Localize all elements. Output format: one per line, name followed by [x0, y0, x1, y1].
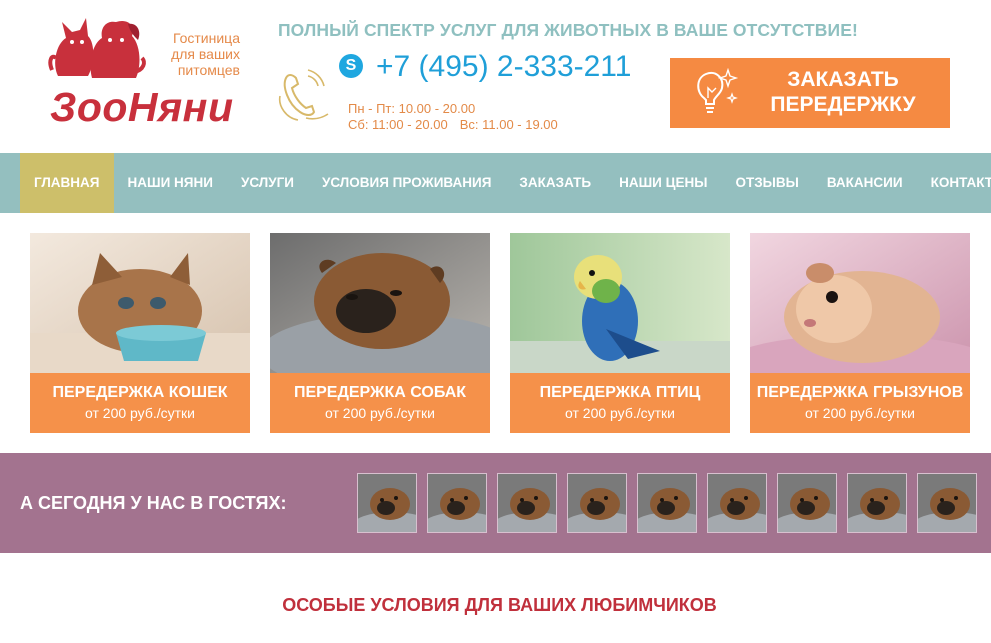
guest-thumbnail[interactable]: [847, 473, 907, 533]
hours-saturday: Сб: 11:00 - 20.00: [348, 117, 448, 132]
dog-thumbnail-photo: [708, 474, 766, 532]
dog-thumbnail-photo: [498, 474, 556, 532]
hours-weekdays: Пн - Пт: 10.00 - 20.00: [348, 101, 476, 116]
dog-thumbnail-photo: [638, 474, 696, 532]
logo[interactable]: Гостиница для ваших питомцев ЗооНяни: [48, 14, 258, 134]
nav-item-accommodation[interactable]: УСЛОВИЯ ПРОЖИВАНИЯ: [308, 153, 505, 213]
dog-thumbnail-photo: [358, 474, 416, 532]
dog-photo: [270, 233, 490, 373]
guest-thumbnail[interactable]: [497, 473, 557, 533]
service-card-dogs[interactable]: ПЕРЕДЕРЖКА СОБАК от 200 руб./сутки: [270, 233, 490, 433]
dog-thumbnail-photo: [848, 474, 906, 532]
cat-dog-logo-icon: [48, 18, 146, 78]
card-price: от 200 руб./сутки: [565, 405, 675, 421]
nav-item-reviews[interactable]: ОТЗЫВЫ: [721, 153, 812, 213]
nav-item-vacancies[interactable]: ВАКАНСИИ: [813, 153, 917, 213]
order-button-line: ЗАКАЗАТЬ: [787, 68, 899, 91]
card-title: ПЕРЕДЕРЖКА ПТИЦ: [539, 384, 701, 401]
card-caption: ПЕРЕДЕРЖКА ПТИЦ от 200 руб./сутки: [510, 373, 730, 433]
nav-item-nannies[interactable]: НАШИ НЯНИ: [114, 153, 227, 213]
nav-item-order[interactable]: ЗАКАЗАТЬ: [505, 153, 605, 213]
guest-thumbnail[interactable]: [917, 473, 977, 533]
card-price: от 200 руб./сутки: [325, 405, 435, 421]
service-card-cats[interactable]: ПЕРЕДЕРЖКА КОШЕК от 200 руб./сутки: [30, 233, 250, 433]
guest-thumbnail[interactable]: [707, 473, 767, 533]
hours-weekend: Сб: 11:00 - 20.00 Вс: 11.00 - 19.00: [348, 117, 558, 133]
guinea-pig-photo: [750, 233, 970, 373]
dog-thumbnail-photo: [778, 474, 836, 532]
nav-item-contacts[interactable]: КОНТАКТЫ: [917, 153, 991, 213]
logo-tagline-line: питомцев: [177, 62, 240, 78]
logo-tagline: Гостиница для ваших питомцев: [148, 30, 240, 78]
card-price: от 200 руб./сутки: [85, 405, 195, 421]
logo-tagline-line: для ваших: [171, 46, 240, 62]
dog-thumbnail-photo: [918, 474, 976, 532]
working-hours: Пн - Пт: 10.00 - 20.00 Сб: 11:00 - 20.00…: [348, 101, 558, 133]
card-caption: ПЕРЕДЕРЖКА СОБАК от 200 руб./сутки: [270, 373, 490, 433]
order-button-label: ЗАКАЗАТЬ ПЕРЕДЕРЖКУ: [748, 67, 938, 117]
card-price: от 200 руб./сутки: [805, 405, 915, 421]
service-card-rodents[interactable]: ПЕРЕДЕРЖКА ГРЫЗУНОВ от 200 руб./сутки: [750, 233, 970, 433]
nav-item-prices[interactable]: НАШИ ЦЕНЫ: [605, 153, 721, 213]
phone-number[interactable]: +7 (495) 2-333-211: [376, 50, 631, 84]
guest-thumbnail[interactable]: [567, 473, 627, 533]
kitten-photo: [30, 233, 250, 373]
telephone-icon: [278, 69, 329, 121]
guests-title: А СЕГОДНЯ У НАС В ГОСТЯХ:: [20, 493, 287, 513]
skype-icon[interactable]: S: [339, 54, 363, 78]
section-title: ОСОБЫЕ УСЛОВИЯ ДЛЯ ВАШИХ ЛЮБИМЧИКОВ: [282, 595, 717, 615]
service-card-birds[interactable]: ПЕРЕДЕРЖКА ПТИЦ от 200 руб./сутки: [510, 233, 730, 433]
card-caption: ПЕРЕДЕРЖКА ГРЫЗУНОВ от 200 руб./сутки: [750, 373, 970, 433]
nav-item-services[interactable]: УСЛУГИ: [227, 153, 308, 213]
main-nav: ГЛАВНАЯ НАШИ НЯНИ УСЛУГИ УСЛОВИЯ ПРОЖИВА…: [0, 153, 991, 213]
header: Гостиница для ваших питомцев ЗооНяни ПОЛ…: [0, 0, 991, 153]
nav-item-home[interactable]: ГЛАВНАЯ: [20, 153, 114, 213]
card-title: ПЕРЕДЕРЖКА ГРЫЗУНОВ: [756, 384, 964, 401]
guest-thumbnail[interactable]: [357, 473, 417, 533]
header-slogan: ПОЛНЫЙ СПЕКТР УСЛУГ ДЛЯ ЖИВОТНЫХ В ВАШЕ …: [278, 20, 858, 40]
dog-thumbnail-photo: [568, 474, 626, 532]
guest-thumbnail[interactable]: [777, 473, 837, 533]
card-title: ПЕРЕДЕРЖКА СОБАК: [293, 384, 467, 401]
guest-thumbnail[interactable]: [427, 473, 487, 533]
guests-strip: А СЕГОДНЯ У НАС В ГОСТЯХ:: [0, 453, 991, 553]
logo-name: ЗооНяни: [50, 84, 234, 130]
lightbulb-icon: [697, 68, 739, 113]
order-button-line: ПЕРЕДЕРЖКУ: [770, 93, 916, 116]
parrot-photo: [510, 233, 730, 373]
dog-thumbnail-photo: [428, 474, 486, 532]
guest-thumbnail[interactable]: [637, 473, 697, 533]
order-boarding-button[interactable]: ЗАКАЗАТЬ ПЕРЕДЕРЖКУ: [670, 58, 950, 128]
logo-tagline-line: Гостиница: [172, 30, 240, 46]
card-caption: ПЕРЕДЕРЖКА КОШЕК от 200 руб./сутки: [30, 373, 250, 433]
hours-sunday: Вс: 11.00 - 19.00: [459, 117, 558, 132]
card-title: ПЕРЕДЕРЖКА КОШЕК: [52, 384, 228, 401]
